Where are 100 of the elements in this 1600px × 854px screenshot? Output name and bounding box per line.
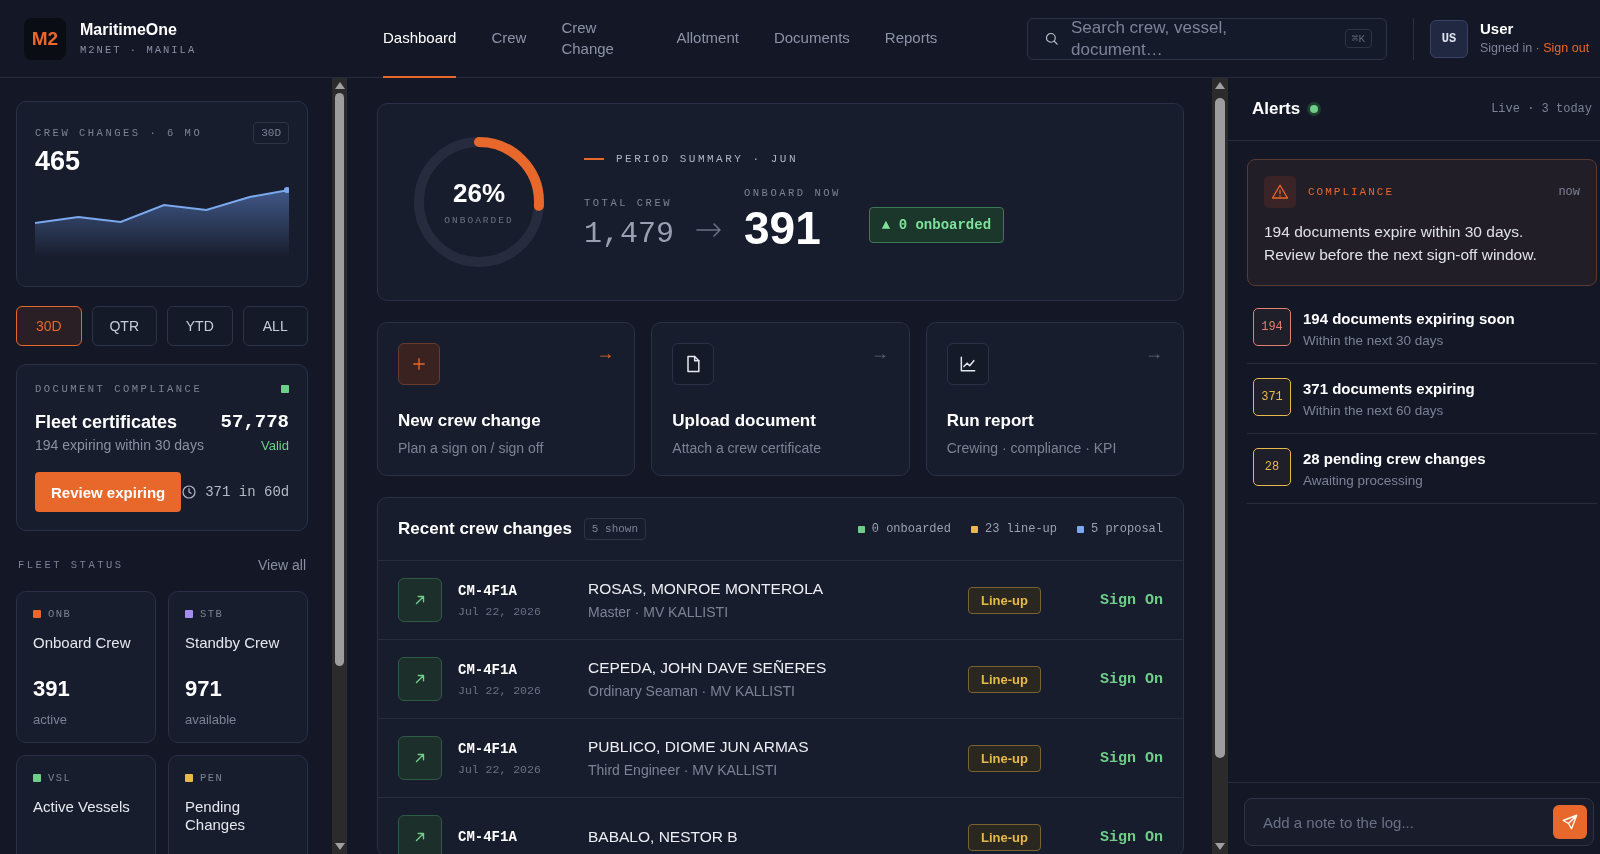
alert-message: 194 documents expire within 30 days. Review before the next sign-off window. xyxy=(1264,222,1538,266)
status-code: ONB xyxy=(48,608,72,620)
arrow-up-right-icon xyxy=(413,672,427,686)
onboard-value: 391 xyxy=(744,205,822,251)
scroll-thumb[interactable] xyxy=(1215,98,1225,758)
change-date: Jul 22, 2026 xyxy=(458,604,542,618)
change-id: CM-4F1A xyxy=(458,829,518,845)
alert-title: 194 documents expiring soon xyxy=(1303,309,1515,327)
search-field[interactable]: Search crew, vessel, document… xyxy=(1071,16,1271,61)
crew-change-row[interactable]: CM-4F1A Jul 22, 2026 ROSAS, MONROE MONTEROLA Master · MV KALLISTI Line-up Sign On xyxy=(378,561,1183,640)
crew-name: BABALO, NESTOR B xyxy=(588,828,738,846)
user-name: User xyxy=(1480,19,1515,37)
arrow-up-right-icon xyxy=(413,751,427,765)
card-title: CREW CHANGES · 6 MO xyxy=(35,127,203,139)
action-card[interactable]: → Run report Crewing · compliance · KPI xyxy=(925,322,1184,476)
stat-label: ONBOARD NOW xyxy=(744,187,841,199)
clock-icon xyxy=(181,484,198,500)
crew-changes-value: 465 xyxy=(35,146,82,177)
sign-on-action[interactable]: Sign On xyxy=(1041,591,1163,609)
expiring-note: 194 expiring within 30 days xyxy=(35,437,204,453)
period-button[interactable]: QTR xyxy=(91,306,157,346)
status-value: 971 xyxy=(185,676,223,702)
status-name: Pending Changes xyxy=(185,798,247,834)
action-title: Run report xyxy=(946,411,1035,431)
scroll-up-icon[interactable] xyxy=(1215,82,1225,89)
alert-item[interactable]: 371 371 documents expiring Within the next 60 days xyxy=(1247,363,1597,434)
alert-category: COMPLIANCE xyxy=(1308,186,1394,198)
status-name: Active Vessels xyxy=(33,798,131,816)
card-title: Recent crew changes xyxy=(398,519,572,539)
period-button[interactable]: ALL xyxy=(242,306,308,346)
nav-tab[interactable]: Crew xyxy=(491,0,527,78)
legend-label: 23 line-up xyxy=(984,522,1057,536)
crew-name: CEPEDA, JOHN DAVE SEÑERES xyxy=(588,659,827,677)
delta-badge: ▲ 0 onboarded xyxy=(868,207,1005,243)
note-field[interactable]: Add a note to the log... xyxy=(1261,812,1553,832)
nav-tab[interactable]: Documents xyxy=(773,0,850,78)
alert-subtitle: Within the next 30 days xyxy=(1303,332,1445,348)
period-button[interactable]: YTD xyxy=(167,306,233,346)
arrow-text: → xyxy=(870,343,889,364)
shortcut-hint: ⌘K xyxy=(1344,29,1372,48)
card-title: DOCUMENT COMPLIANCE xyxy=(35,383,203,395)
card-heading: Fleet certificates xyxy=(35,411,178,433)
count-badge: 371 xyxy=(1253,377,1291,416)
alert-item[interactable]: 28 28 pending crew changes Awaiting processing xyxy=(1247,433,1597,504)
alert-title: 28 pending crew changes xyxy=(1303,449,1486,467)
view-all-link[interactable]: View all xyxy=(258,557,306,573)
status-note: available xyxy=(185,712,238,727)
legend-label: 0 onboarded xyxy=(871,522,951,536)
crew-change-row[interactable]: CM-4F1A Jul 22, 2026 CEPEDA, JOHN DAVE SEÑERES Ordinary Seaman · MV KALLISTI Line-up Sign On xyxy=(378,640,1183,719)
sign-on-action[interactable]: Sign On xyxy=(1041,670,1163,688)
alert-subtitle: Awaiting processing xyxy=(1303,472,1424,488)
nav-tab[interactable]: Reports xyxy=(884,0,938,78)
arrow-up-right-icon xyxy=(413,593,427,607)
sign-out-link[interactable]: Sign out xyxy=(1543,40,1590,55)
sign-on-action[interactable]: Sign On xyxy=(1041,749,1163,767)
panel-title: Alerts xyxy=(1252,99,1301,119)
scroll-thumb[interactable] xyxy=(335,93,344,666)
arrow-right-icon xyxy=(696,223,722,237)
percent-label: ONBOARDED xyxy=(444,215,514,226)
status-code: VSL xyxy=(48,772,72,784)
action-card[interactable]: → Upload document Attach a crew certificate xyxy=(651,322,910,476)
alert-item[interactable]: 194 194 documents expiring soon Within the next 30 days xyxy=(1247,293,1597,364)
nav-tab[interactable]: Allotment xyxy=(676,0,739,78)
change-id: CM-4F1A xyxy=(458,661,518,678)
status-value: 391 xyxy=(33,676,71,702)
action-subtitle: Crewing · compliance · KPI xyxy=(946,440,1118,456)
period-button[interactable]: 30D xyxy=(16,306,82,346)
action-card[interactable]: → New crew change Plan a sign on / sign off xyxy=(377,322,636,476)
arrow-text: → xyxy=(596,343,615,364)
status-badge: Line-up xyxy=(968,665,1041,693)
note-box[interactable]: Add a note to the log... xyxy=(1244,798,1594,846)
nav-tab[interactable]: Dashboard xyxy=(383,0,457,78)
user-avatar: US xyxy=(1430,19,1468,58)
scroll-down-icon[interactable] xyxy=(1215,843,1225,850)
status-code: PEN xyxy=(200,772,224,784)
alerts-meta: Live · 3 today xyxy=(1491,102,1592,116)
change-date: Jul 22, 2026 xyxy=(458,683,542,697)
app-logo: M2 xyxy=(24,17,66,60)
alert-subtitle: Within the next 60 days xyxy=(1303,402,1445,418)
status-name: Onboard Crew xyxy=(33,634,132,652)
status-note: active xyxy=(33,712,68,727)
sign-on-action[interactable]: Sign On xyxy=(1041,828,1163,846)
crew-change-row[interactable]: CM-4F1A BABALO, NESTOR B Line-up Sign On xyxy=(378,798,1183,854)
crew-role: Master · MV KALLISTI xyxy=(588,604,730,620)
change-id: CM-4F1A xyxy=(458,740,518,757)
nav-tab[interactable]: Crew Change xyxy=(561,0,642,78)
alert-title: 371 documents expiring xyxy=(1303,379,1475,397)
scroll-down-icon[interactable] xyxy=(335,843,345,850)
section-title: FLEET STATUS xyxy=(18,559,124,571)
change-date: Jul 22, 2026 xyxy=(458,762,542,776)
summary-title: PERIOD SUMMARY · JUN xyxy=(616,153,799,165)
alert-time: now xyxy=(1558,185,1580,199)
crew-name: ROSAS, MONROE MONTEROLA xyxy=(588,580,824,598)
send-button[interactable] xyxy=(1553,805,1587,839)
action-title: Upload document xyxy=(672,411,817,431)
count-badge: 5 shown xyxy=(583,518,647,540)
crew-change-row[interactable]: CM-4F1A Jul 22, 2026 PUBLICO, DIOME JUN ARMAS Third Engineer · MV KALLISTI Line-up Sign On xyxy=(378,719,1183,798)
status-badge: Line-up xyxy=(968,823,1041,851)
percent-value: 26% xyxy=(452,178,505,209)
stat-label: TOTAL CREW xyxy=(584,197,673,209)
